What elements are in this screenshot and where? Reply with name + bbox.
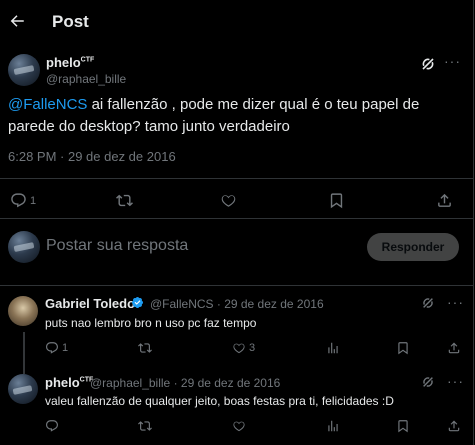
author-avatar[interactable] [8, 54, 40, 86]
reply-icon [11, 193, 26, 208]
share-icon [448, 420, 460, 432]
grok-icon[interactable] [421, 375, 437, 391]
post-text: @FalleNCS ai fallenzão , pode me dizer q… [8, 94, 463, 138]
mention-link[interactable]: @FalleNCS [8, 96, 87, 113]
reply-input[interactable]: Postar sua resposta [46, 237, 346, 255]
grok-icon[interactable] [421, 296, 437, 312]
like-action[interactable]: 3 [232, 341, 255, 355]
author-badge: CTF [80, 56, 95, 64]
heart-icon [221, 195, 236, 207]
share-action[interactable] [447, 341, 461, 355]
more-options-icon[interactable]: ··· [444, 53, 461, 69]
back-arrow-icon[interactable] [8, 12, 28, 32]
repost-action[interactable] [116, 192, 133, 209]
reply-text: puts nao lembro bro n uso pc faz tempo [45, 316, 257, 330]
author-name[interactable]: pheloCTF [46, 55, 94, 70]
repost-icon [138, 343, 152, 353]
views-action[interactable] [326, 419, 340, 433]
reply-author-name[interactable]: Gabriel Toledo [45, 296, 135, 311]
reply-action[interactable]: 1 [10, 192, 36, 209]
thread-line [23, 332, 25, 374]
reply-author-name[interactable]: pheloCTF [45, 375, 93, 390]
author-handle[interactable]: @raphael_bille [46, 72, 126, 86]
bookmark-icon [398, 420, 408, 433]
share-icon [448, 342, 460, 354]
divider [0, 218, 473, 219]
verified-badge-icon [131, 296, 144, 309]
reply-handle-date[interactable]: @raphael_bille · 29 de dez de 2016 [90, 376, 280, 390]
bookmark-icon [398, 342, 408, 355]
reply-button-label: Responder [381, 240, 445, 254]
share-action[interactable] [436, 192, 453, 209]
reply-avatar[interactable] [8, 374, 38, 404]
repost-action[interactable] [138, 341, 152, 355]
bookmark-action[interactable] [396, 341, 410, 355]
divider [0, 285, 473, 286]
share-icon [438, 193, 451, 207]
header: Post [0, 0, 473, 46]
page-title: Post [52, 12, 89, 31]
reply-author-name-text: phelo [45, 375, 80, 390]
bookmark-action[interactable] [328, 192, 345, 209]
reply-action[interactable] [45, 419, 59, 433]
reply-icon [46, 420, 58, 432]
reply-handle-date[interactable]: @FalleNCS · 29 de dez de 2016 [150, 297, 324, 311]
views-action[interactable] [326, 341, 340, 355]
current-user-avatar[interactable] [8, 231, 40, 263]
like-count: 3 [249, 342, 256, 354]
reply-count: 1 [30, 194, 37, 207]
views-icon [328, 420, 338, 432]
bookmark-action[interactable] [396, 419, 410, 433]
repost-icon [138, 421, 152, 431]
like-action[interactable] [220, 192, 237, 209]
author-name-text: phelo [46, 55, 81, 70]
more-options-icon[interactable]: ··· [447, 294, 464, 310]
like-action[interactable] [232, 419, 246, 433]
reply-icon [46, 342, 58, 354]
reply-button[interactable]: Responder [367, 233, 459, 261]
share-action[interactable] [447, 419, 461, 433]
heart-icon [233, 343, 245, 354]
heart-icon [233, 421, 245, 432]
views-icon [328, 342, 338, 354]
grok-icon[interactable] [420, 56, 436, 72]
reply-action[interactable]: 1 [45, 341, 68, 355]
post-timestamp[interactable]: 6:28 PM · 29 de dez de 2016 [8, 149, 176, 164]
reply-text: valeu fallenzão de qualquer jeito, boas … [45, 394, 394, 408]
repost-icon [116, 194, 133, 207]
post-page: Post pheloCTF @raphael_bille ··· @FalleN… [0, 0, 474, 445]
divider [0, 178, 473, 179]
more-options-icon[interactable]: ··· [447, 373, 464, 389]
reply-count: 1 [62, 342, 69, 354]
reply-avatar[interactable] [8, 296, 38, 326]
bookmark-icon [330, 193, 343, 209]
repost-action[interactable] [138, 419, 152, 433]
